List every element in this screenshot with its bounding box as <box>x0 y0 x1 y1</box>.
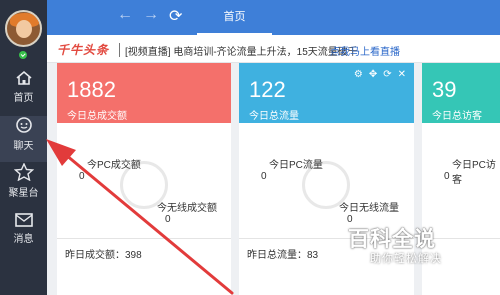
chat-icon <box>15 117 32 133</box>
pc-sales-value: 0 <box>79 171 85 182</box>
card-value: 122 <box>249 77 286 102</box>
mobile-sales-label: 今无线成交额 <box>157 203 217 214</box>
pc-visitors-label: 今日PC访客 <box>452 160 496 186</box>
pc-traffic-label: 今日PC流量 <box>269 160 323 171</box>
watermark: 百科全说 助你轻松解决 <box>348 223 466 268</box>
online-status-icon <box>18 50 28 60</box>
back-arrow-icon[interactable]: ← <box>117 6 133 24</box>
card-label: 今日总成交额 <box>67 111 127 122</box>
refresh-icon[interactable]: ⟳ <box>169 6 182 26</box>
refresh-icon[interactable]: ⟳ <box>383 69 391 80</box>
sidebar-item-messages[interactable]: 消息 <box>0 213 47 259</box>
top-bar: ← → ⟳ 首页 <box>47 0 500 35</box>
card-label: 今日总流量 <box>249 111 299 122</box>
card-body: 今日PC流量 0 今日无线流量 0 <box>239 123 414 238</box>
card-label: 今日总访客 <box>432 111 482 122</box>
sidebar-item-label: 聊天 <box>13 141 34 152</box>
card-body: 今日PC访客 0 <box>422 123 500 238</box>
card-value: 1882 <box>67 77 116 102</box>
card-value: 39 <box>432 77 457 102</box>
yesterday-sales: 昨日成交额：398 <box>65 250 142 261</box>
sidebar-item-star[interactable]: 聚星台 <box>0 163 47 209</box>
home-icon <box>15 70 32 85</box>
sales-card: 1882 今日总成交额 今PC成交额 0 今无线成交额 0 昨日成交额：398 <box>57 63 231 295</box>
mobile-sales-value: 0 <box>165 214 171 225</box>
pc-traffic-value: 0 <box>261 171 267 182</box>
mail-icon <box>14 213 33 227</box>
sidebar-item-label: 聚星台 <box>8 188 39 199</box>
announcement-text[interactable]: [视频直播] 电商培训-齐论流量上升法，15天流量破千 <box>125 43 358 58</box>
divider <box>119 43 120 57</box>
move-icon[interactable]: ✥ <box>369 69 377 80</box>
sidebar: 首页 聊天 聚星台 消息 <box>0 0 47 295</box>
announcement-bar: 千牛头条 [视频直播] 电商培训-齐论流量上升法，15天流量破千 点我马上看直播 <box>47 35 500 63</box>
card-footer: 昨日成交额：398 <box>57 238 231 295</box>
card-toolbar: ⚙ ✥ ⟳ ✕ <box>348 69 406 80</box>
sidebar-item-label: 首页 <box>13 93 34 104</box>
yesterday-traffic: 昨日总流量：83 <box>247 250 319 261</box>
pc-visitors-value: 0 <box>444 171 450 182</box>
card-body: 今PC成交额 0 今无线成交额 0 <box>57 123 231 238</box>
sidebar-item-label: 消息 <box>13 234 34 245</box>
watermark-title: 百科全说 <box>348 228 436 251</box>
avatar[interactable] <box>5 10 42 47</box>
sidebar-item-home[interactable]: 首页 <box>0 70 47 116</box>
star-icon <box>13 163 34 181</box>
watch-live-link[interactable]: 点我马上看直播 <box>330 43 400 58</box>
settings-icon[interactable]: ⚙ <box>354 69 363 80</box>
tab-home[interactable]: 首页 <box>197 0 272 35</box>
watermark-subtitle: 助你轻松解决 <box>370 253 442 265</box>
forward-arrow-icon[interactable]: → <box>143 6 159 24</box>
card-header: 39 今日总访客 <box>422 63 500 123</box>
close-icon[interactable]: ✕ <box>398 69 406 80</box>
mobile-traffic-label: 今日无线流量 <box>339 203 399 214</box>
announcement-logo: 千牛头条 <box>57 43 110 57</box>
avatar-face <box>16 20 32 38</box>
pc-sales-label: 今PC成交额 <box>87 160 141 171</box>
card-header: 1882 今日总成交额 <box>57 63 231 123</box>
sidebar-item-chat[interactable]: 聊天 <box>0 116 47 162</box>
card-header: 122 今日总流量 ⚙ ✥ ⟳ ✕ <box>239 63 414 123</box>
